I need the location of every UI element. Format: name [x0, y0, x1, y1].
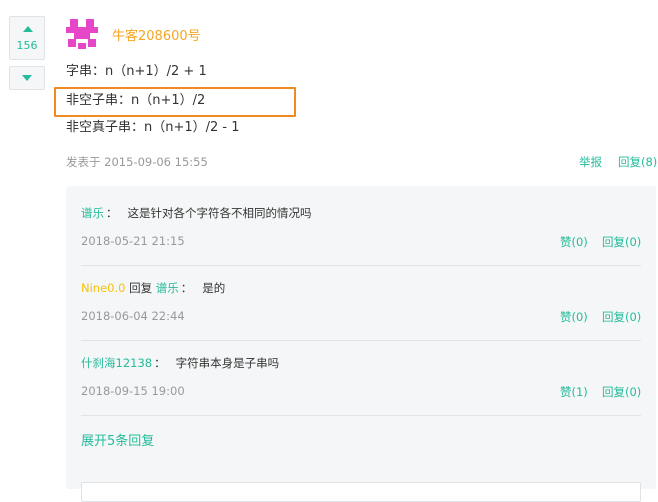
reply-date: 2018-09-15 19:00: [81, 384, 185, 398]
reply-link[interactable]: 回复(0): [602, 309, 641, 325]
divider: [81, 340, 641, 341]
like-link[interactable]: 赞(0): [560, 309, 588, 325]
upvote-icon[interactable]: [23, 26, 33, 32]
reply-item: 什刹海12138： 字符串本身是子串吗 2018-09-15 19:00 赞(1)…: [81, 356, 641, 399]
downvote-icon[interactable]: [22, 75, 32, 81]
reply-item: Nine0.0 回复 谱乐： 是的 2018-06-04 22:44 赞(0) 回…: [81, 281, 641, 324]
colon: ：: [180, 281, 193, 295]
highlight-box: [54, 87, 296, 117]
reply-username[interactable]: 谱乐: [81, 206, 104, 220]
vote-box: 156: [9, 16, 45, 60]
reply-date: 2018-05-21 21:15: [81, 234, 185, 248]
vote-count: 156: [16, 39, 38, 52]
report-link[interactable]: 举报: [579, 154, 602, 170]
like-link[interactable]: 赞(1): [560, 384, 588, 400]
content-line-3: 非空真子串：n（n+1）/2 - 1: [66, 120, 240, 135]
reply-date: 2018-06-04 22:44: [81, 309, 185, 323]
like-link[interactable]: 赞(0): [560, 234, 588, 250]
replies-panel: 谱乐：这是针对各个字符各不相同的情况吗 2018-05-21 21:15 赞(0…: [66, 186, 656, 502]
content-line-1: 字串：n（n+1）/2 + 1: [66, 64, 207, 79]
reply-input[interactable]: [81, 482, 641, 502]
reply-target-username[interactable]: 谱乐: [156, 281, 179, 295]
reply-text: 这是针对各个字符各不相同的情况吗: [127, 206, 312, 220]
downvote-button[interactable]: [9, 66, 45, 90]
reply-link[interactable]: 回复(0): [602, 234, 641, 250]
reply-count-link[interactable]: 回复(8): [618, 154, 657, 170]
reply-word: 回复: [129, 281, 153, 295]
expand-replies-link[interactable]: 展开5条回复: [81, 430, 154, 449]
colon: ：: [154, 356, 166, 370]
divider: [81, 415, 641, 416]
reply-username[interactable]: Nine0.0: [81, 281, 125, 295]
reply-username[interactable]: 什刹海12138: [81, 356, 152, 370]
colon: ：: [106, 206, 118, 220]
reply-link[interactable]: 回复(0): [602, 384, 641, 400]
reply-item: 谱乐： 这是针对各个字符各不相同的情况吗 2018-05-21 21:15 赞(0…: [81, 206, 641, 249]
reply-text: 字符串本身是子串吗: [175, 356, 280, 370]
post-date: 发表于 2015-09-06 15:55: [66, 155, 208, 169]
avatar[interactable]: [66, 17, 98, 49]
author-name[interactable]: 牛客208600号: [112, 25, 201, 44]
reply-text: 是的: [202, 281, 226, 295]
divider: [81, 265, 641, 266]
